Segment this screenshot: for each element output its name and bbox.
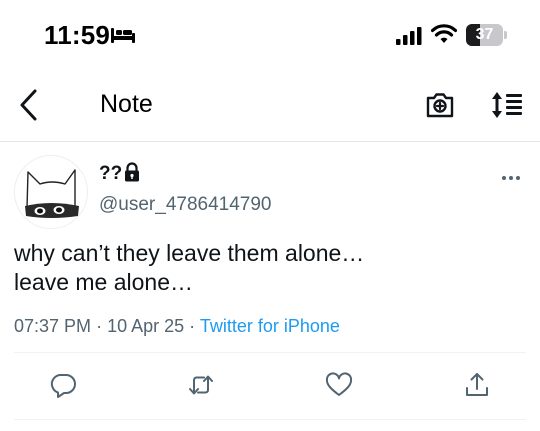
- camera-icon[interactable]: [425, 90, 455, 120]
- cellular-signal-icon: [396, 27, 422, 45]
- battery-cap: [504, 31, 507, 39]
- tweet-text: why can’t they leave them alone… leave m…: [14, 239, 514, 297]
- nav-bar: Note: [0, 70, 540, 142]
- meta-separator: ·: [189, 316, 196, 336]
- meta-separator: ·: [96, 316, 103, 336]
- bed-icon: [110, 26, 136, 44]
- tweet-time: 07:37 PM: [14, 316, 92, 336]
- battery-icon: 37: [466, 24, 508, 46]
- battery-body: 37: [466, 24, 503, 46]
- status-bar: 11:59 37: [0, 0, 540, 70]
- divider: [14, 419, 526, 420]
- user-handle[interactable]: @user_4786414790: [99, 194, 271, 216]
- tweet: ?? @user_4786414790 why can’t they leave…: [0, 143, 540, 431]
- display-name[interactable]: ??: [99, 163, 122, 185]
- tweet-text-line: why can’t they leave them alone…: [14, 240, 365, 266]
- chevron-left-icon[interactable]: [14, 87, 44, 123]
- reply-icon[interactable]: [49, 371, 77, 399]
- text-size-icon[interactable]: [490, 90, 524, 120]
- tweet-source-link[interactable]: Twitter for iPhone: [200, 316, 340, 336]
- tweet-actions: [0, 371, 540, 401]
- tweet-date: 10 Apr 25: [107, 316, 185, 336]
- tweet-meta: 07:37 PM · 10 Apr 25 · Twitter for iPhon…: [14, 316, 340, 337]
- retweet-icon[interactable]: [187, 371, 215, 399]
- page-title: Note: [100, 90, 153, 118]
- tweet-text-line: leave me alone…: [14, 269, 193, 295]
- battery-level: 37: [475, 26, 494, 43]
- wifi-icon: [431, 24, 457, 44]
- divider: [14, 352, 526, 353]
- like-icon[interactable]: [325, 371, 353, 399]
- status-time: 11:59: [44, 20, 111, 50]
- more-options-icon[interactable]: [500, 173, 522, 183]
- avatar[interactable]: [14, 155, 88, 229]
- lock-icon: [123, 162, 141, 182]
- share-icon[interactable]: [463, 371, 491, 399]
